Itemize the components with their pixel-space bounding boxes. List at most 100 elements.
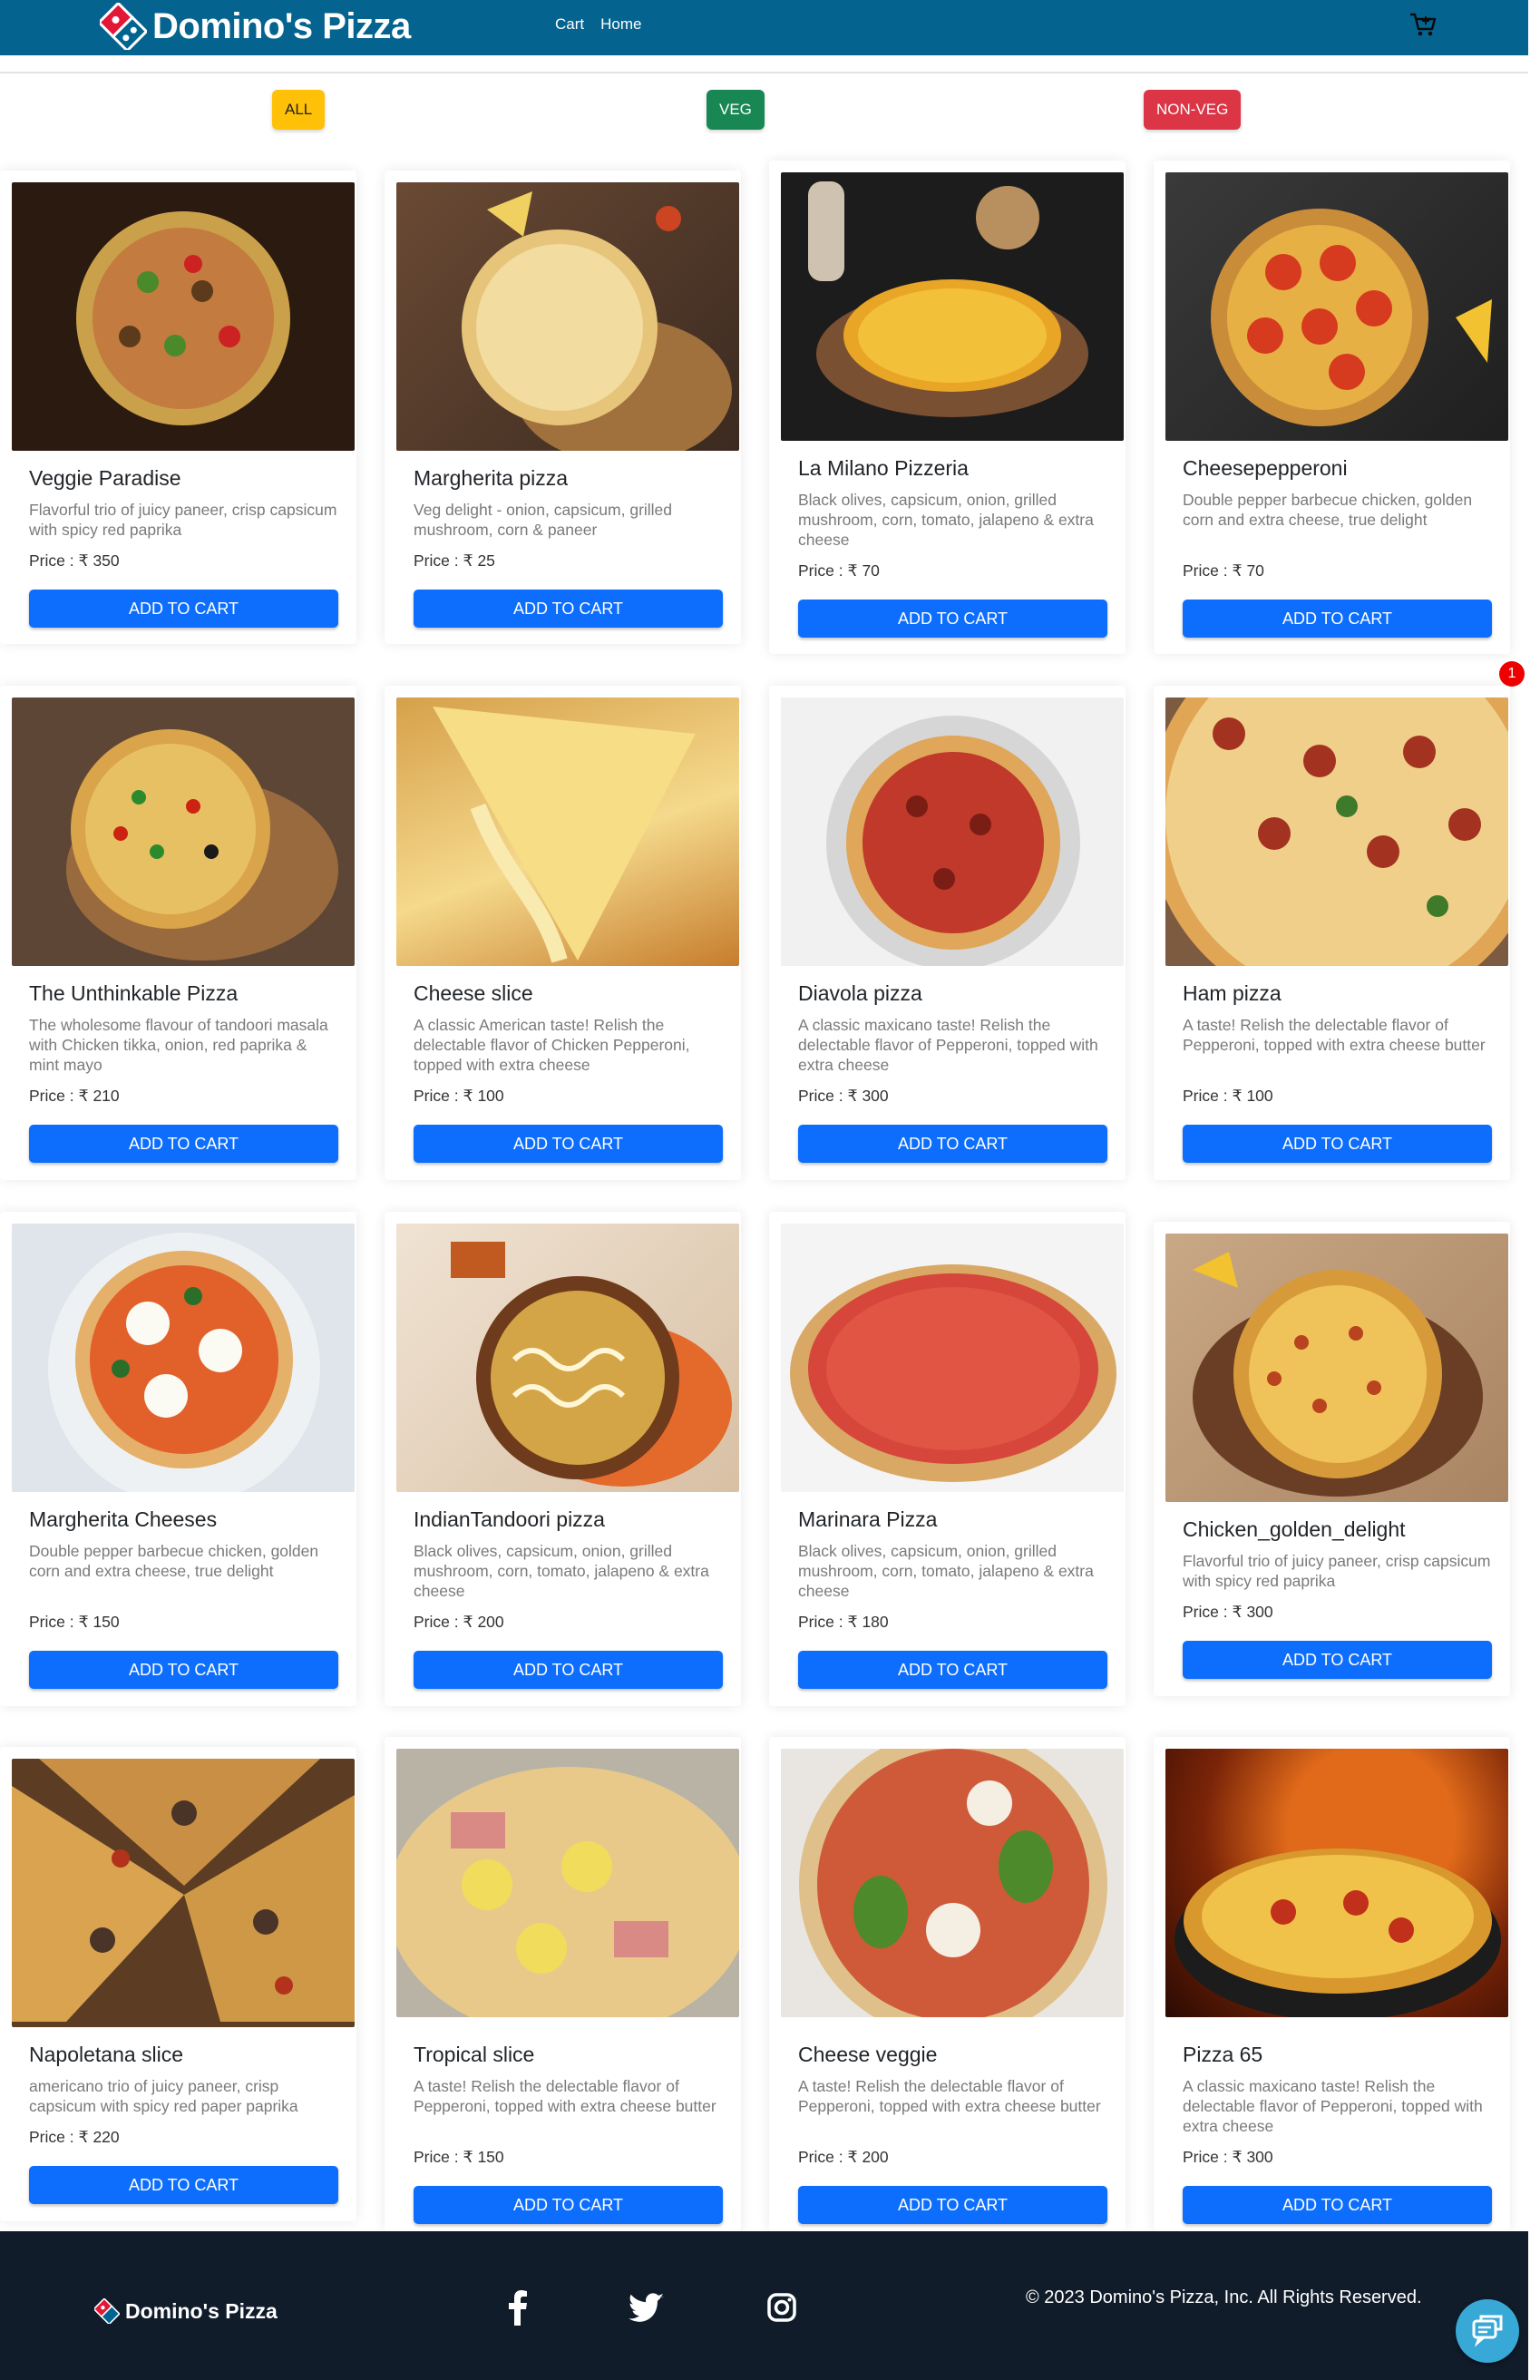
product-card: Cheese slice A classic American taste! R… xyxy=(385,686,741,1180)
product-card: Veggie Paradise Flavorful trio of juicy … xyxy=(0,171,356,644)
add-to-cart-button[interactable]: ADD TO CART xyxy=(798,1125,1107,1163)
chat-support-icon xyxy=(1472,2315,1503,2347)
product-price: Price : ₹ 70 xyxy=(1183,561,1264,580)
product-image[interactable] xyxy=(1165,1234,1508,1502)
footer-brand-name: Domino's Pizza xyxy=(125,2298,278,2323)
product-description: A classic maxicano taste! Relish the del… xyxy=(798,1016,1098,1074)
product-price: Price : ₹ 300 xyxy=(1183,2148,1273,2166)
pizza-illustration xyxy=(1165,697,1508,966)
product-image[interactable] xyxy=(781,172,1124,441)
product-price: Price : ₹ 300 xyxy=(1183,1603,1273,1621)
add-to-cart-button[interactable]: ADD TO CART xyxy=(1183,1641,1492,1679)
product-name: The Unthinkable Pizza xyxy=(29,981,239,1005)
add-to-cart-button[interactable]: ADD TO CART xyxy=(798,600,1107,638)
product-image[interactable] xyxy=(12,1759,355,2027)
pizza-illustration xyxy=(1174,1848,1501,2017)
product-card: Marinara Pizza Black olives, capsicum, o… xyxy=(769,1212,1126,1706)
product-image[interactable] xyxy=(1165,172,1508,441)
product-price: Price : ₹ 150 xyxy=(414,2148,504,2166)
product-price: Price : ₹ 300 xyxy=(798,1087,889,1105)
add-to-cart-button[interactable]: ADD TO CART xyxy=(29,1125,338,1163)
pizza-illustration xyxy=(12,1759,355,2022)
product-price: Price : ₹ 220 xyxy=(29,2128,120,2146)
add-to-cart-button[interactable]: ADD TO CART xyxy=(29,1651,338,1689)
add-to-cart-button[interactable]: ADD TO CART xyxy=(414,1125,723,1163)
add-to-cart-button[interactable]: ADD TO CART xyxy=(29,2166,338,2204)
product-name: Chicken_golden_delight xyxy=(1183,1517,1406,1541)
product-description: Flavorful trio of juicy paneer, crisp ca… xyxy=(29,501,337,539)
product-image[interactable] xyxy=(12,697,355,966)
product-name: Margherita pizza xyxy=(414,466,569,490)
product-image[interactable] xyxy=(781,697,1124,966)
product-price: Price : ₹ 180 xyxy=(798,1613,889,1631)
product-image[interactable] xyxy=(396,182,739,451)
product-image[interactable] xyxy=(396,1749,739,2017)
product-image[interactable] xyxy=(1165,1749,1508,2017)
product-card: The Unthinkable Pizza The wholesome flav… xyxy=(0,686,356,1180)
product-name: Cheese slice xyxy=(414,981,533,1005)
pizza-illustration xyxy=(451,1242,732,1487)
product-price: Price : ₹ 200 xyxy=(414,1613,504,1631)
facebook-icon[interactable] xyxy=(494,2284,541,2331)
product-price: Price : ₹ 70 xyxy=(798,561,880,580)
product-name: Cheesepepperoni xyxy=(1183,456,1348,480)
add-to-cart-button[interactable]: ADD TO CART xyxy=(414,590,723,628)
add-to-cart-button[interactable]: ADD TO CART xyxy=(798,1651,1107,1689)
product-name: Diavola pizza xyxy=(798,981,922,1005)
product-price: Price : ₹ 210 xyxy=(29,1087,120,1105)
pizza-illustration xyxy=(396,1767,739,2017)
product-image[interactable] xyxy=(781,1224,1124,1492)
product-name: Cheese veggie xyxy=(798,2043,938,2066)
product-card: Cheesepepperoni Double pepper barbecue c… xyxy=(1154,161,1510,654)
add-to-cart-button[interactable]: ADD TO CART xyxy=(1183,2186,1492,2224)
product-description: Black olives, capsicum, onion, grilled m… xyxy=(798,1542,1094,1600)
product-description: A taste! Relish the delectable flavor of… xyxy=(1183,1016,1486,1054)
product-image[interactable] xyxy=(1165,697,1508,966)
pizza-illustration xyxy=(48,1233,320,1492)
product-image[interactable] xyxy=(781,1749,1124,2017)
product-name: Marinara Pizza xyxy=(798,1507,938,1531)
pizza-illustration xyxy=(462,191,732,451)
add-to-cart-button[interactable]: ADD TO CART xyxy=(1183,1125,1492,1163)
pizza-illustration xyxy=(799,1749,1107,2017)
product-description: A taste! Relish the delectable flavor of… xyxy=(798,2077,1101,2115)
pizza-illustration xyxy=(76,211,290,425)
product-description: Black olives, capsicum, onion, grilled m… xyxy=(414,1542,709,1600)
chat-support-button[interactable] xyxy=(1456,2299,1519,2363)
add-to-cart-button[interactable]: ADD TO CART xyxy=(29,590,338,628)
pizza-illustration xyxy=(826,716,1080,966)
pizza-illustration xyxy=(433,707,696,963)
product-card: IndianTandoori pizza Black olives, capsi… xyxy=(385,1212,741,1706)
product-image[interactable] xyxy=(396,1224,739,1492)
product-name: Margherita Cheeses xyxy=(29,1507,218,1531)
product-price: Price : ₹ 350 xyxy=(29,551,120,570)
product-name: Veggie Paradise xyxy=(29,466,181,490)
product-card: Cheese veggie A taste! Relish the delect… xyxy=(769,1737,1126,2231)
product-price: Price : ₹ 25 xyxy=(414,551,495,570)
product-name: La Milano Pizzeria xyxy=(798,456,969,480)
instagram-icon[interactable] xyxy=(758,2284,805,2331)
product-name: Ham pizza xyxy=(1183,981,1282,1005)
product-grid: Veggie Paradise Flavorful trio of juicy … xyxy=(0,0,1540,2231)
add-to-cart-button[interactable]: ADD TO CART xyxy=(414,2186,723,2224)
pizza-illustration xyxy=(66,729,338,961)
product-image[interactable] xyxy=(12,1224,355,1492)
add-to-cart-button[interactable]: ADD TO CART xyxy=(414,1651,723,1689)
twitter-icon[interactable] xyxy=(624,2284,671,2331)
pizza-illustration xyxy=(790,1264,1116,1482)
footer-brand-logo[interactable]: Domino's Pizza xyxy=(94,2298,278,2324)
copyright-text: © 2023 Domino's Pizza, Inc. All Rights R… xyxy=(1026,2287,1422,2307)
product-name: IndianTandoori pizza xyxy=(414,1507,605,1531)
add-to-cart-button[interactable]: ADD TO CART xyxy=(1183,600,1492,638)
product-card: Chicken_golden_delight Flavorful trio of… xyxy=(1154,1222,1510,1696)
product-image[interactable] xyxy=(396,697,739,966)
add-to-cart-button[interactable]: ADD TO CART xyxy=(798,2186,1107,2224)
product-description: Veg delight - onion, capsicum, grilled m… xyxy=(414,501,673,539)
pizza-illustration xyxy=(1211,209,1492,426)
product-card: Pizza 65 A classic maxicano taste! Relis… xyxy=(1154,1737,1510,2231)
product-description: The wholesome flavour of tandoori masala… xyxy=(29,1016,328,1074)
product-price: Price : ₹ 100 xyxy=(414,1087,504,1105)
product-card: Napoletana slice americano trio of juicy… xyxy=(0,1747,356,2221)
product-image[interactable] xyxy=(12,182,355,451)
product-description: A classic maxicano taste! Relish the del… xyxy=(1183,2077,1483,2135)
